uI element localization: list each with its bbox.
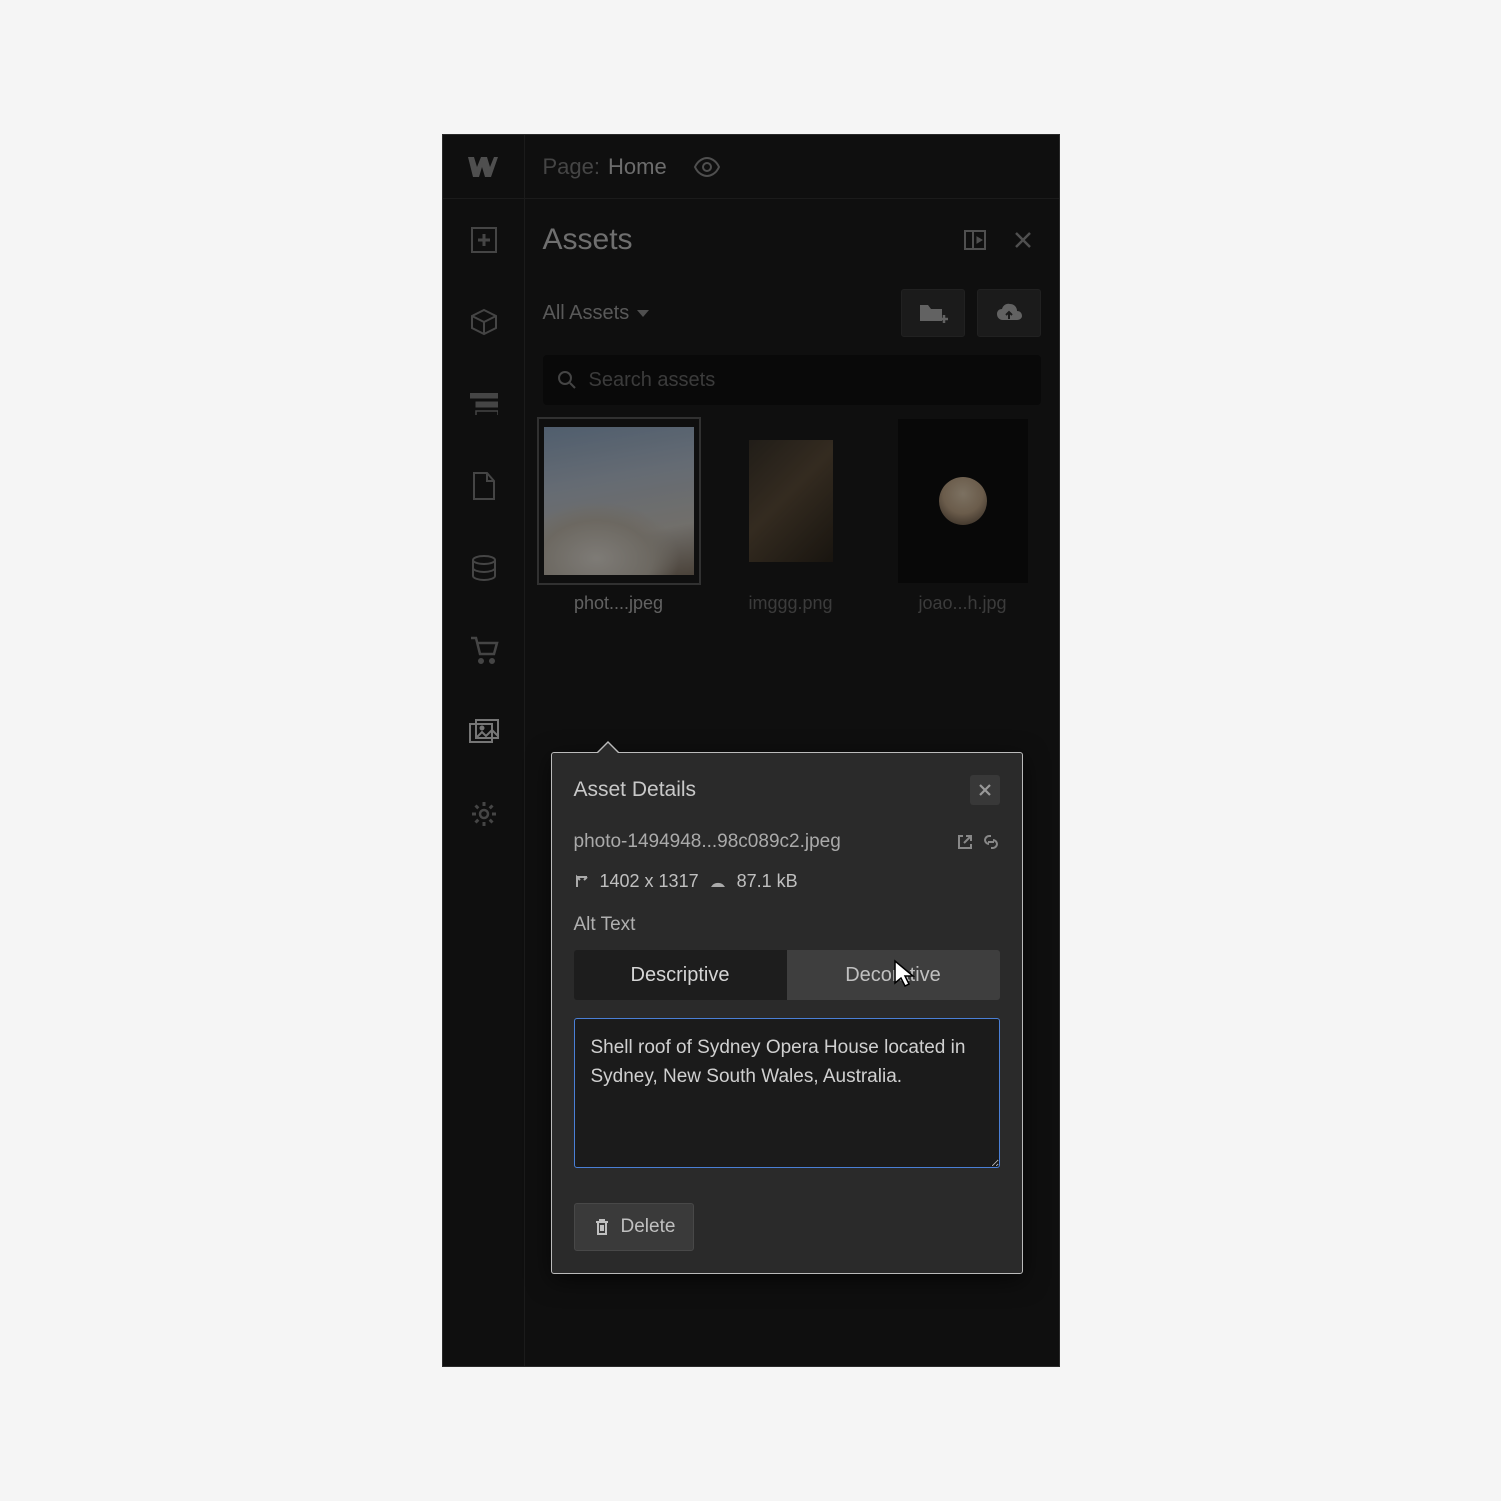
page-label: Page:: [543, 154, 601, 180]
cart-icon: [469, 636, 499, 664]
top-bar: Page: Home: [443, 135, 1059, 199]
images-icon: [468, 718, 500, 746]
ecommerce-button[interactable]: [443, 609, 525, 691]
tab-descriptive[interactable]: Descriptive: [574, 950, 787, 1000]
webflow-logo-icon: [468, 157, 498, 177]
external-link-icon[interactable]: [956, 833, 974, 851]
asset-filename: imggg.png: [711, 593, 871, 614]
pages-button[interactable]: [443, 445, 525, 527]
gear-icon: [469, 799, 499, 829]
asset-filename: phot....jpeg: [539, 593, 699, 614]
asset-meta-row: 1402 x 1317 87.1 kB: [574, 871, 1000, 892]
asset-full-filename: photo-1494948...98c089c2.jpeg: [574, 831, 948, 853]
panel-title: Assets: [543, 223, 945, 257]
assets-toolbar: All Assets: [525, 281, 1059, 345]
components-button[interactable]: [443, 281, 525, 363]
delete-label: Delete: [621, 1216, 676, 1238]
asset-tile[interactable]: phot....jpeg: [539, 419, 699, 614]
panel-close-button[interactable]: [1005, 222, 1041, 258]
folder-dropdown[interactable]: All Assets: [543, 302, 889, 325]
panel-collapse-icon: [963, 229, 987, 251]
dimensions-icon: [574, 874, 590, 890]
page-selector[interactable]: Page: Home: [525, 145, 1059, 189]
filesize-icon: [709, 875, 727, 889]
settings-button[interactable]: [443, 773, 525, 855]
alt-text-label: Alt Text: [574, 914, 1000, 936]
asset-tile[interactable]: imggg.png: [711, 419, 871, 614]
cube-icon: [469, 307, 499, 337]
new-folder-button[interactable]: [901, 289, 965, 337]
asset-tile[interactable]: joao...h.jpg: [883, 419, 1043, 614]
popover-close-button[interactable]: [970, 775, 1000, 805]
plus-box-icon: [470, 226, 498, 254]
search-bar[interactable]: [543, 355, 1041, 405]
trash-icon: [593, 1217, 611, 1237]
caret-down-icon: [637, 310, 649, 317]
asset-filename: joao...h.jpg: [883, 593, 1043, 614]
asset-details-popover: Asset Details photo-1494948...98c089c2.j…: [551, 752, 1023, 1274]
left-icon-bar: [443, 199, 525, 1366]
asset-filesize: 87.1 kB: [737, 871, 798, 892]
popover-arrow: [598, 743, 618, 753]
search-input[interactable]: [589, 369, 1027, 392]
app-frame: Page: Home: [442, 134, 1060, 1367]
app-logo[interactable]: [443, 135, 525, 199]
link-icon[interactable]: [982, 833, 1000, 851]
asset-thumbnail[interactable]: [883, 419, 1043, 583]
tab-decorative[interactable]: Decorative: [787, 950, 1000, 1000]
page-name: Home: [608, 154, 667, 180]
asset-thumbnail[interactable]: [539, 419, 699, 583]
popover-title: Asset Details: [574, 778, 970, 802]
database-icon: [470, 554, 498, 582]
asset-dimensions: 1402 x 1317: [600, 871, 699, 892]
cloud-upload-icon: [995, 302, 1023, 324]
asset-filename-row: photo-1494948...98c089c2.jpeg: [574, 831, 1000, 853]
panel-pin-button[interactable]: [957, 222, 993, 258]
close-icon: [978, 783, 992, 797]
eye-icon: [693, 157, 721, 177]
assets-button[interactable]: [443, 691, 525, 773]
asset-grid: phot....jpeg imggg.png joao...h.jpg: [525, 419, 1059, 614]
page-icon: [472, 471, 496, 501]
close-icon: [1013, 230, 1033, 250]
navigator-icon: [470, 393, 498, 415]
upload-button[interactable]: [977, 289, 1041, 337]
navigator-button[interactable]: [443, 363, 525, 445]
asset-thumbnail[interactable]: [711, 419, 871, 583]
search-icon: [557, 370, 577, 390]
panel-header: Assets: [525, 199, 1059, 281]
folder-name: All Assets: [543, 302, 630, 325]
preview-button[interactable]: [685, 145, 729, 189]
alt-text-input[interactable]: [574, 1018, 1000, 1168]
add-elements-button[interactable]: [443, 199, 525, 281]
cms-button[interactable]: [443, 527, 525, 609]
alt-text-type-segment: Descriptive Decorative: [574, 950, 1000, 1000]
folder-plus-icon: [918, 301, 948, 325]
delete-button[interactable]: Delete: [574, 1203, 695, 1251]
